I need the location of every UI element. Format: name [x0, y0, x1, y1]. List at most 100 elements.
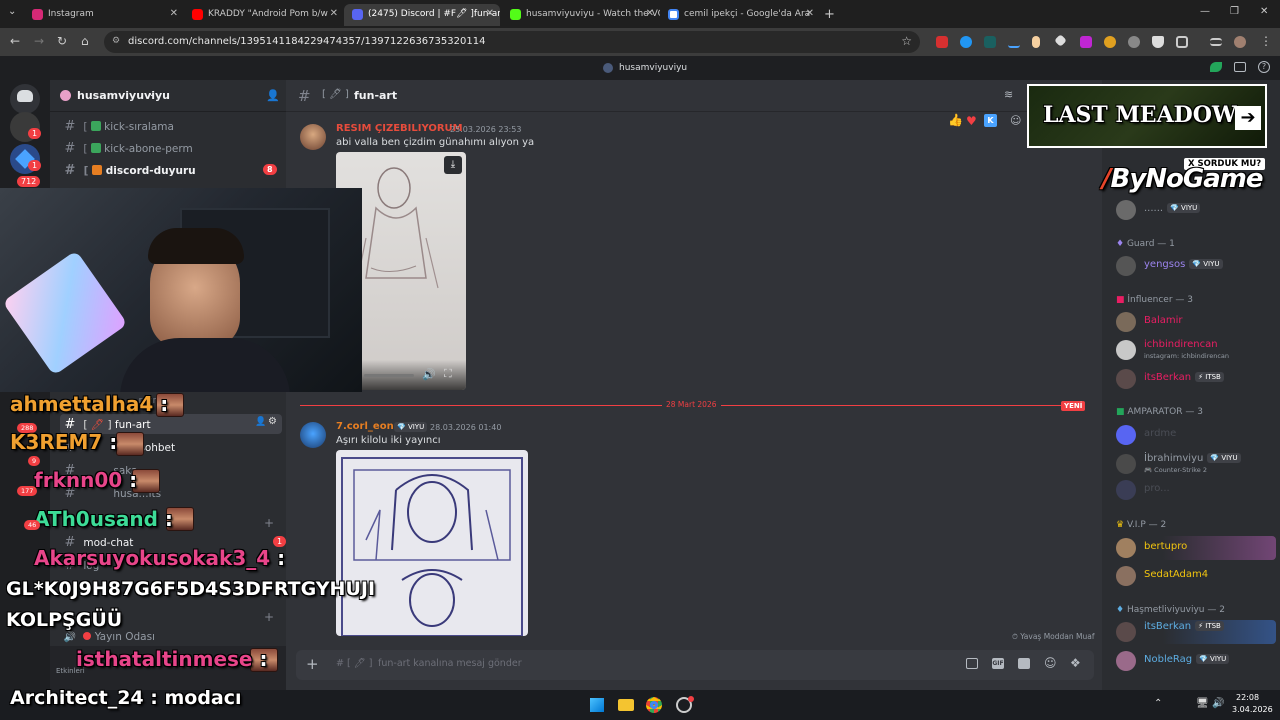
tray-chevron-icon[interactable]: ⌃	[1154, 698, 1162, 709]
image-attachment[interactable]	[336, 450, 528, 636]
tab-instagram[interactable]: Instagram ✕	[24, 4, 184, 26]
member-item[interactable]: yengsos 💎 VIYU	[1114, 254, 1276, 278]
user-avatar[interactable]	[300, 422, 326, 448]
sticker-icon[interactable]	[1018, 658, 1030, 669]
tab-discord[interactable]: (2475) Discord | #F🖊 ]fun-art | ✕	[344, 4, 500, 26]
tab-search-icon[interactable]: ⌄	[8, 6, 16, 17]
tab-kick[interactable]: husamviyuviyu - Watch the VO ✕	[502, 4, 660, 26]
member-avatar	[1116, 480, 1136, 500]
channel-discord-duyuru[interactable]: # [ discord-duyuru 8	[60, 160, 282, 180]
voice-channel-yayin-odasi[interactable]: 🔊 Yayın Odası	[60, 628, 282, 648]
thumbs-up-emoji-icon[interactable]: 👍	[948, 113, 963, 127]
member-item[interactable]: SedatAdam4	[1114, 564, 1276, 588]
extension-icon[interactable]	[1080, 36, 1092, 48]
member-item[interactable]: ardme	[1114, 423, 1276, 447]
channel-kick-siralama[interactable]: # [ kick-sıralama	[60, 116, 282, 136]
close-tab-icon[interactable]: ✕	[646, 8, 654, 19]
pen-sketch-drawing	[341, 457, 523, 636]
emoji-icon[interactable]: ☺	[1044, 656, 1057, 670]
close-tab-icon[interactable]: ✕	[330, 8, 338, 19]
threads-icon[interactable]: ≋	[1004, 88, 1013, 101]
new-tab-button[interactable]: +	[820, 2, 840, 24]
extension-icon[interactable]	[1128, 36, 1140, 48]
restore-icon[interactable]: ❐	[1230, 6, 1239, 17]
profile-avatar-icon[interactable]	[1234, 36, 1246, 48]
extension-icon[interactable]	[1054, 34, 1067, 47]
clock-date[interactable]: 3.04.2026	[1232, 705, 1273, 714]
member-item[interactable]: ...... 💎 VIYU	[1114, 198, 1276, 222]
inbox-icon[interactable]	[1234, 62, 1246, 72]
help-icon[interactable]: ?	[1258, 61, 1270, 73]
chevron-down-icon: ⌄	[148, 89, 156, 99]
minimize-icon[interactable]: —	[1200, 6, 1210, 17]
extension-icon[interactable]	[1032, 36, 1040, 48]
close-tab-icon[interactable]: ✕	[170, 8, 178, 19]
gear-icon[interactable]: ⚙	[268, 416, 277, 427]
create-channel-plus-icon[interactable]: +	[264, 516, 274, 530]
tab-google[interactable]: cemil ipekçi - Google'da Ara ✕	[660, 4, 820, 26]
reading-list-icon[interactable]	[1210, 38, 1222, 46]
back-icon[interactable]: ←	[10, 34, 20, 48]
message-author[interactable]: RESIM ÇIZEBILIYORUM	[336, 123, 463, 134]
channel-kick-abone-perm[interactable]: # [ kick-abone-perm	[60, 138, 282, 158]
role-tag-text: VIYU	[1221, 454, 1238, 462]
more-menu-icon[interactable]: ⋮	[1260, 34, 1272, 48]
site-info-icon[interactable]: ⚙	[112, 36, 120, 46]
volume-icon[interactable]: 🔊	[422, 368, 436, 381]
extension-icon[interactable]	[960, 36, 972, 48]
add-reaction-icon[interactable]: ☺	[1010, 114, 1021, 127]
message-timestamp: 28.03.2026 01:40	[430, 423, 502, 432]
member-item[interactable]: İbrahimviyu 💎 VIYU 🎮 Counter-Strike 2	[1114, 452, 1276, 476]
server-unread-badge: 9	[28, 456, 41, 466]
add-member-icon[interactable]: 👤	[266, 89, 280, 102]
member-name: NobleRag	[1144, 654, 1193, 665]
browser-toolbar: ← → ↻ ⌂ ⚙ discord.com/channels/139514118…	[0, 28, 1280, 56]
fullscreen-icon[interactable]: ⛶	[444, 367, 452, 381]
member-item[interactable]: itsBerkan ⚡ ITSB	[1114, 367, 1276, 391]
extension-icon[interactable]	[1104, 36, 1116, 48]
member-item[interactable]: NobleRag 💎 VIYU	[1114, 649, 1276, 673]
direct-messages-button[interactable]	[10, 84, 40, 114]
member-item[interactable]: bertupro	[1114, 536, 1276, 560]
extension-icon[interactable]	[1008, 36, 1020, 48]
windows-start-icon[interactable]	[590, 698, 604, 712]
forward-icon[interactable]: →	[34, 34, 44, 48]
create-channel-plus-icon[interactable]: +	[264, 610, 274, 624]
member-item[interactable]: ichbindirencan instagram: ichbindirencan	[1114, 338, 1276, 362]
shield-extension-icon[interactable]	[1152, 36, 1164, 48]
adblock-extension-icon[interactable]	[936, 36, 948, 48]
user-avatar[interactable]	[300, 124, 326, 150]
close-window-icon[interactable]: ✕	[1260, 6, 1268, 17]
member-name: itsBerkan	[1144, 621, 1192, 632]
network-icon[interactable]: 🖥	[1196, 698, 1209, 709]
close-tab-icon[interactable]: ✕	[486, 8, 494, 19]
extension-icon[interactable]	[984, 36, 996, 48]
file-explorer-icon[interactable]	[618, 699, 634, 711]
download-icon[interactable]: ⤓	[444, 156, 462, 174]
tab-youtube[interactable]: KRADDY "Android Pom b/w ✕	[184, 4, 344, 26]
volume-icon[interactable]: 🔊	[1212, 698, 1224, 709]
heart-emoji-icon[interactable]: ♥	[966, 114, 977, 128]
nitro-icon[interactable]	[1210, 62, 1222, 72]
volume-slider[interactable]	[364, 374, 414, 377]
invite-icon[interactable]: 👤	[255, 417, 266, 427]
gift-icon[interactable]	[966, 658, 978, 669]
member-item[interactable]: itsBerkan ⚡ ITSB	[1114, 620, 1276, 644]
bookmark-star-icon[interactable]: ☆	[901, 34, 912, 48]
message-author[interactable]: 7.corl_eone	[336, 421, 400, 432]
member-item[interactable]: pro...	[1114, 478, 1276, 502]
clock-time[interactable]: 22:08	[1236, 693, 1259, 702]
apps-icon[interactable]: ❖	[1070, 656, 1081, 670]
member-item[interactable]: Balamir	[1114, 310, 1276, 334]
home-icon[interactable]: ⌂	[81, 34, 89, 48]
gif-icon[interactable]: GIF	[992, 658, 1004, 669]
close-tab-icon[interactable]: ✕	[806, 8, 814, 19]
chrome-icon[interactable]	[646, 697, 662, 713]
server-header[interactable]: husamviyuviyu ⌄ 👤	[50, 80, 286, 112]
attach-plus-icon[interactable]: +	[306, 655, 319, 673]
k-emoji-icon[interactable]: K	[984, 114, 997, 127]
address-bar[interactable]: ⚙ discord.com/channels/13951411842294743…	[104, 31, 920, 53]
message-input[interactable]: fun-art kanalına mesaj gönder	[378, 658, 522, 669]
reload-icon[interactable]: ↻	[57, 34, 67, 48]
extensions-puzzle-icon[interactable]	[1176, 36, 1188, 48]
